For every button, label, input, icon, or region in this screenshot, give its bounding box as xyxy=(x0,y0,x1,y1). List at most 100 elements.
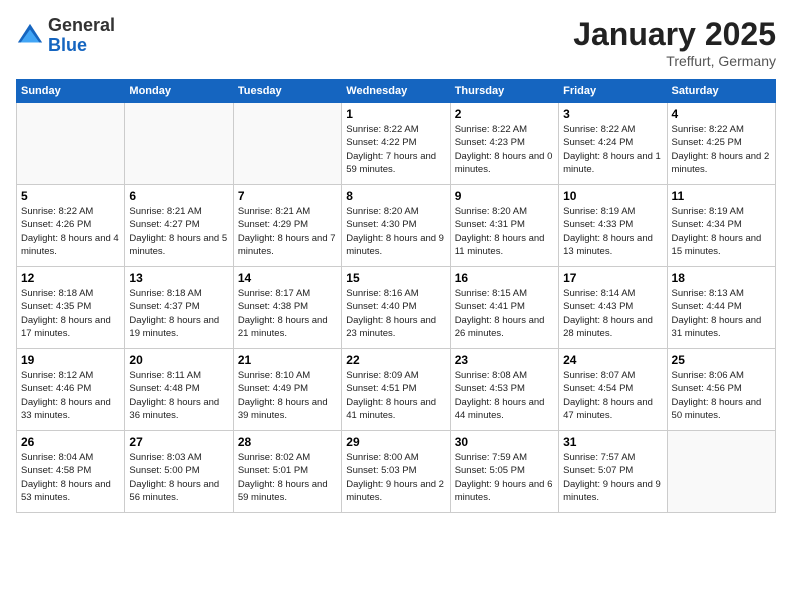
calendar-header-row: SundayMondayTuesdayWednesdayThursdayFrid… xyxy=(17,80,776,103)
cell-content: Sunrise: 8:18 AM Sunset: 4:35 PM Dayligh… xyxy=(21,287,120,340)
day-number: 11 xyxy=(672,189,771,203)
day-number: 27 xyxy=(129,435,228,449)
day-number: 9 xyxy=(455,189,554,203)
cell-content: Sunrise: 8:14 AM Sunset: 4:43 PM Dayligh… xyxy=(563,287,662,340)
calendar-cell: 31 Sunrise: 7:57 AM Sunset: 5:07 PM Dayli… xyxy=(559,431,667,513)
day-number: 2 xyxy=(455,107,554,121)
day-number: 28 xyxy=(238,435,337,449)
cell-content: Sunrise: 8:15 AM Sunset: 4:41 PM Dayligh… xyxy=(455,287,554,340)
day-number: 20 xyxy=(129,353,228,367)
week-row-4: 19 Sunrise: 8:12 AM Sunset: 4:46 PM Dayli… xyxy=(17,349,776,431)
page-header: General Blue January 2025 Treffurt, Germ… xyxy=(16,16,776,69)
cell-content: Sunrise: 8:21 AM Sunset: 4:27 PM Dayligh… xyxy=(129,205,228,258)
calendar-cell: 9 Sunrise: 8:20 AM Sunset: 4:31 PM Daylig… xyxy=(450,185,558,267)
calendar-cell: 27 Sunrise: 8:03 AM Sunset: 5:00 PM Dayli… xyxy=(125,431,233,513)
cell-content: Sunrise: 8:08 AM Sunset: 4:53 PM Dayligh… xyxy=(455,369,554,422)
calendar-cell: 11Sunrise: 8:19 AM Sunset: 4:34 PM Dayli… xyxy=(667,185,775,267)
day-number: 12 xyxy=(21,271,120,285)
cell-content: Sunrise: 8:02 AM Sunset: 5:01 PM Dayligh… xyxy=(238,451,337,504)
day-number: 24 xyxy=(563,353,662,367)
title-area: January 2025 Treffurt, Germany xyxy=(573,16,776,69)
calendar-cell: 15Sunrise: 8:16 AM Sunset: 4:40 PM Dayli… xyxy=(342,267,450,349)
cell-content: Sunrise: 8:06 AM Sunset: 4:56 PM Dayligh… xyxy=(672,369,771,422)
calendar-cell: 29 Sunrise: 8:00 AM Sunset: 5:03 PM Dayli… xyxy=(342,431,450,513)
day-number: 15 xyxy=(346,271,445,285)
cell-content: Sunrise: 8:17 AM Sunset: 4:38 PM Dayligh… xyxy=(238,287,337,340)
calendar-cell: 14 Sunrise: 8:17 AM Sunset: 4:38 PM Dayli… xyxy=(233,267,341,349)
calendar-cell: 13Sunrise: 8:18 AM Sunset: 4:37 PM Dayli… xyxy=(125,267,233,349)
calendar-cell: 30 Sunrise: 7:59 AM Sunset: 5:05 PM Dayli… xyxy=(450,431,558,513)
day-number: 4 xyxy=(672,107,771,121)
calendar-cell: 25 Sunrise: 8:06 AM Sunset: 4:56 PM Dayli… xyxy=(667,349,775,431)
cell-content: Sunrise: 8:20 AM Sunset: 4:31 PM Dayligh… xyxy=(455,205,554,258)
calendar-cell: 23 Sunrise: 8:08 AM Sunset: 4:53 PM Dayli… xyxy=(450,349,558,431)
cell-content: Sunrise: 8:18 AM Sunset: 4:37 PM Dayligh… xyxy=(129,287,228,340)
cell-content: Sunrise: 8:13 AM Sunset: 4:44 PM Dayligh… xyxy=(672,287,771,340)
calendar-cell xyxy=(667,431,775,513)
day-number: 23 xyxy=(455,353,554,367)
day-header-saturday: Saturday xyxy=(667,80,775,103)
cell-content: Sunrise: 8:00 AM Sunset: 5:03 PM Dayligh… xyxy=(346,451,445,504)
day-header-friday: Friday xyxy=(559,80,667,103)
week-row-5: 26Sunrise: 8:04 AM Sunset: 4:58 PM Dayli… xyxy=(17,431,776,513)
cell-content: Sunrise: 8:10 AM Sunset: 4:49 PM Dayligh… xyxy=(238,369,337,422)
cell-content: Sunrise: 8:07 AM Sunset: 4:54 PM Dayligh… xyxy=(563,369,662,422)
calendar-cell: 28 Sunrise: 8:02 AM Sunset: 5:01 PM Dayli… xyxy=(233,431,341,513)
calendar-cell: 18 Sunrise: 8:13 AM Sunset: 4:44 PM Dayli… xyxy=(667,267,775,349)
calendar-cell: 19 Sunrise: 8:12 AM Sunset: 4:46 PM Dayli… xyxy=(17,349,125,431)
calendar-cell: 16Sunrise: 8:15 AM Sunset: 4:41 PM Dayli… xyxy=(450,267,558,349)
calendar-cell: 2 Sunrise: 8:22 AM Sunset: 4:23 PM Daylig… xyxy=(450,103,558,185)
day-number: 25 xyxy=(672,353,771,367)
day-number: 3 xyxy=(563,107,662,121)
day-number: 29 xyxy=(346,435,445,449)
cell-content: Sunrise: 8:03 AM Sunset: 5:00 PM Dayligh… xyxy=(129,451,228,504)
day-number: 1 xyxy=(346,107,445,121)
week-row-1: 1Sunrise: 8:22 AM Sunset: 4:22 PM Daylig… xyxy=(17,103,776,185)
calendar-cell: 20 Sunrise: 8:11 AM Sunset: 4:48 PM Dayli… xyxy=(125,349,233,431)
day-number: 26 xyxy=(21,435,120,449)
calendar-cell xyxy=(233,103,341,185)
location-subtitle: Treffurt, Germany xyxy=(573,53,776,69)
cell-content: Sunrise: 8:11 AM Sunset: 4:48 PM Dayligh… xyxy=(129,369,228,422)
day-header-sunday: Sunday xyxy=(17,80,125,103)
calendar-cell: 4 Sunrise: 8:22 AM Sunset: 4:25 PM Daylig… xyxy=(667,103,775,185)
calendar-cell: 26Sunrise: 8:04 AM Sunset: 4:58 PM Dayli… xyxy=(17,431,125,513)
calendar-cell: 1Sunrise: 8:22 AM Sunset: 4:22 PM Daylig… xyxy=(342,103,450,185)
cell-content: Sunrise: 8:12 AM Sunset: 4:46 PM Dayligh… xyxy=(21,369,120,422)
calendar-cell xyxy=(125,103,233,185)
day-number: 17 xyxy=(563,271,662,285)
day-number: 21 xyxy=(238,353,337,367)
calendar-cell: 21 Sunrise: 8:10 AM Sunset: 4:49 PM Dayli… xyxy=(233,349,341,431)
calendar-cell: 7Sunrise: 8:21 AM Sunset: 4:29 PM Daylig… xyxy=(233,185,341,267)
logo-text: General Blue xyxy=(48,16,115,56)
day-number: 30 xyxy=(455,435,554,449)
calendar-cell: 6 Sunrise: 8:21 AM Sunset: 4:27 PM Daylig… xyxy=(125,185,233,267)
logo-icon xyxy=(16,22,44,50)
cell-content: Sunrise: 8:22 AM Sunset: 4:24 PM Dayligh… xyxy=(563,123,662,176)
day-number: 14 xyxy=(238,271,337,285)
calendar-cell: 24 Sunrise: 8:07 AM Sunset: 4:54 PM Dayli… xyxy=(559,349,667,431)
day-header-thursday: Thursday xyxy=(450,80,558,103)
calendar-cell xyxy=(17,103,125,185)
cell-content: Sunrise: 8:22 AM Sunset: 4:23 PM Dayligh… xyxy=(455,123,554,176)
calendar-cell: 17 Sunrise: 8:14 AM Sunset: 4:43 PM Dayli… xyxy=(559,267,667,349)
day-number: 22 xyxy=(346,353,445,367)
cell-content: Sunrise: 7:59 AM Sunset: 5:05 PM Dayligh… xyxy=(455,451,554,504)
day-header-tuesday: Tuesday xyxy=(233,80,341,103)
week-row-2: 5Sunrise: 8:22 AM Sunset: 4:26 PM Daylig… xyxy=(17,185,776,267)
cell-content: Sunrise: 8:21 AM Sunset: 4:29 PM Dayligh… xyxy=(238,205,337,258)
calendar-cell: 22Sunrise: 8:09 AM Sunset: 4:51 PM Dayli… xyxy=(342,349,450,431)
calendar-cell: 3 Sunrise: 8:22 AM Sunset: 4:24 PM Daylig… xyxy=(559,103,667,185)
cell-content: Sunrise: 7:57 AM Sunset: 5:07 PM Dayligh… xyxy=(563,451,662,504)
month-title: January 2025 xyxy=(573,16,776,53)
day-number: 8 xyxy=(346,189,445,203)
day-number: 31 xyxy=(563,435,662,449)
day-header-monday: Monday xyxy=(125,80,233,103)
day-number: 19 xyxy=(21,353,120,367)
cell-content: Sunrise: 8:22 AM Sunset: 4:25 PM Dayligh… xyxy=(672,123,771,176)
day-number: 10 xyxy=(563,189,662,203)
day-number: 6 xyxy=(129,189,228,203)
day-header-wednesday: Wednesday xyxy=(342,80,450,103)
day-number: 18 xyxy=(672,271,771,285)
week-row-3: 12 Sunrise: 8:18 AM Sunset: 4:35 PM Dayli… xyxy=(17,267,776,349)
